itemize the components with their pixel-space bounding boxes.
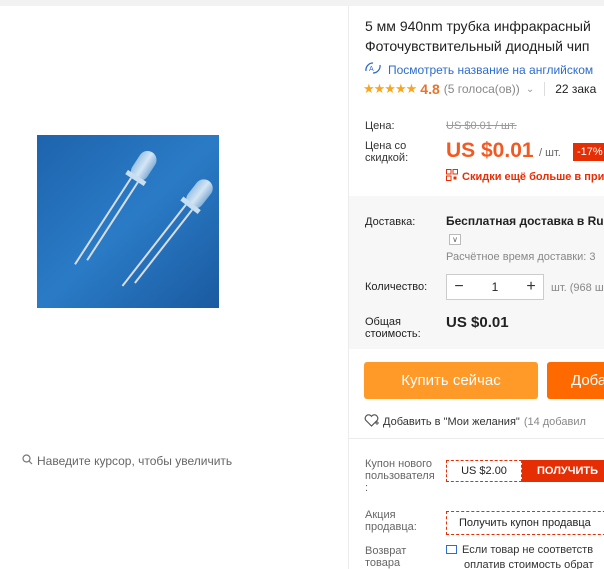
gallery-panel: Наведите курсор, чтобы увеличить <box>0 6 350 569</box>
product-photo <box>37 135 219 308</box>
translate-link-text: Посмотреть название на английском <box>388 62 594 77</box>
translate-title-link[interactable]: A Посмотреть название на английском <box>363 61 593 78</box>
rating-separator <box>544 82 546 96</box>
section-divider <box>349 438 604 439</box>
add-to-cart-button[interactable]: Доба <box>547 362 604 399</box>
return-policy-icon <box>446 545 457 554</box>
total-label-line1: Общая <box>365 316 401 328</box>
product-title-line1: 5 мм 940nm трубка инфракрасный <box>365 18 591 34</box>
seller-label-line1: Акция <box>365 509 396 521</box>
returns-label-line2: товара <box>365 557 401 569</box>
chevron-down-icon[interactable]: ⌄ <box>526 84 534 95</box>
rating-row: ★★★★★ 4.8 (5 голоса(ов)) ⌄ 22 зака <box>363 81 596 97</box>
votes-count[interactable]: (5 голоса(ов)) <box>444 82 520 96</box>
zoom-hint-text: Наведите курсор, чтобы увеличить <box>37 454 233 468</box>
returns-text-line2: оплатив стоимость обрат <box>464 559 594 569</box>
total-price: US $0.01 <box>446 314 509 331</box>
shipping-options-toggle[interactable]: ∨ <box>449 234 461 245</box>
returns-label: Возврат товара <box>365 545 406 569</box>
wishlist-text: Добавить в "Мои желания" <box>383 416 520 428</box>
translate-icon: A <box>363 61 383 78</box>
product-title-line2: Фоточувствительный диодный чип <box>365 38 590 54</box>
coupon-amount: US $2.00 <box>446 460 522 482</box>
rating-value: 4.8 <box>420 81 440 97</box>
increase-quantity-button[interactable]: + <box>519 275 543 299</box>
quantity-stepper: − 1 + <box>446 274 544 300</box>
coupon-label-line2: пользователя <box>365 470 435 482</box>
qr-code-icon <box>446 169 458 184</box>
quantity-label: Количество: <box>365 281 428 293</box>
buy-now-button[interactable]: Купить сейчас <box>364 362 538 399</box>
app-promo-link[interactable]: Скидки ещё больше в при <box>446 169 604 184</box>
total-label: Общая стоимость: <box>365 316 421 340</box>
returns-label-line1: Возврат <box>365 545 407 557</box>
shipping-value: Бесплатная доставка в Rus <box>446 214 604 228</box>
returns-policy: Если товар не соответств оплатив стоимос… <box>446 543 594 569</box>
seller-promo-label: Акция продавца: <box>365 509 417 533</box>
discount-price: US $0.01 <box>446 139 534 162</box>
delivery-time: Расчётное время доставки: 3 <box>446 251 596 263</box>
total-label-line2: стоимость: <box>365 328 421 340</box>
chevron-down-icon: ∨ <box>452 235 458 244</box>
wishlist-count: (14 добавил <box>523 416 586 428</box>
heart-icon <box>364 414 379 430</box>
discount-price-label: Цена со скидкой: <box>365 140 408 164</box>
stock-available: шт. (968 ш <box>551 282 604 294</box>
returns-text-line1: Если товар не соответств <box>462 544 594 556</box>
new-user-coupon-label: Купон нового пользователя : <box>365 458 435 494</box>
product-image[interactable] <box>37 135 219 308</box>
star-rating-icon: ★★★★★ <box>363 81 417 96</box>
price-unit: / шт. <box>539 147 561 159</box>
discount-price-label-line1: Цена со <box>365 140 407 152</box>
magnifier-icon <box>22 454 33 468</box>
get-coupon-button[interactable]: ПОЛУЧИТЬ <box>522 460 604 482</box>
decrease-quantity-button[interactable]: − <box>447 275 471 299</box>
shipping-label: Доставка: <box>365 216 416 228</box>
product-title: 5 мм 940nm трубка инфракрасный Фоточувст… <box>365 16 604 56</box>
original-price: US $0.01 / шт. <box>446 120 517 132</box>
price-label: Цена: <box>365 120 395 132</box>
discount-price-label-line2: скидкой: <box>365 152 409 164</box>
discount-badge: -17% <box>573 143 604 161</box>
zoom-hint: Наведите курсор, чтобы увеличить <box>22 454 232 468</box>
orders-count: 22 зака <box>555 82 597 96</box>
seller-coupon-button[interactable]: Получить купон продавца <box>446 511 604 535</box>
coupon-label-line1: Купон нового <box>365 458 433 470</box>
quantity-input[interactable]: 1 <box>471 280 519 294</box>
coupon-label-line3: : <box>365 482 369 494</box>
svg-text:A: A <box>369 66 374 73</box>
app-promo-text: Скидки ещё больше в при <box>462 170 604 183</box>
add-to-wishlist-link[interactable]: Добавить в "Мои желания" (14 добавил <box>364 414 586 430</box>
product-info-panel: 5 мм 940nm трубка инфракрасный Фоточувст… <box>349 6 604 569</box>
seller-label-line2: продавца: <box>365 521 417 533</box>
